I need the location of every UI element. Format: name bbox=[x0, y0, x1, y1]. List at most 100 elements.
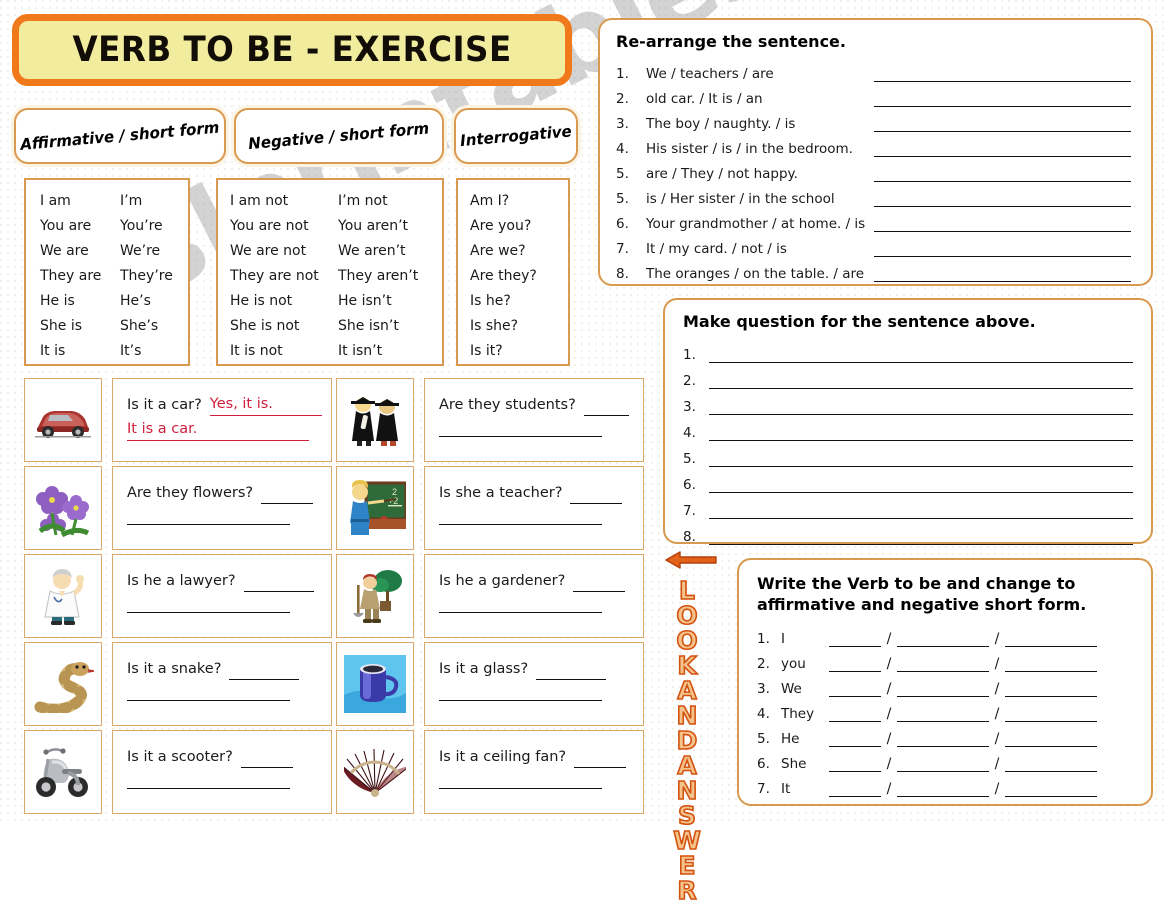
conjugation-long-form: You are bbox=[40, 218, 92, 234]
answer-blank-short[interactable] bbox=[261, 488, 314, 504]
write-verb-blank-affirmative-short[interactable] bbox=[897, 704, 989, 722]
write-verb-blank-affirmative-short[interactable] bbox=[897, 754, 989, 772]
make-question-blank[interactable] bbox=[709, 370, 1133, 389]
rearrange-answer-blank[interactable] bbox=[874, 164, 1131, 182]
write-verb-blank-negative-short[interactable] bbox=[1005, 729, 1097, 747]
conjugation-long-form: They are bbox=[40, 268, 102, 284]
answer-blank-full[interactable] bbox=[127, 772, 291, 789]
rearrange-answer-blank[interactable] bbox=[874, 89, 1131, 107]
write-verb-blank-full-form[interactable] bbox=[829, 679, 881, 697]
answer-blank-full[interactable] bbox=[439, 772, 603, 789]
conjugation-row: Are they? bbox=[458, 264, 568, 289]
rearrange-text: are / They / not happy. bbox=[646, 166, 798, 182]
write-verb-blank-affirmative-short[interactable] bbox=[897, 729, 989, 747]
answer-blank-full[interactable] bbox=[439, 684, 603, 701]
doctor-icon bbox=[24, 554, 102, 638]
answer-blank-short[interactable] bbox=[229, 664, 300, 680]
car-icon bbox=[24, 378, 102, 462]
rearrange-row: 5. are / They / not happy. bbox=[616, 157, 1135, 182]
question-card[interactable]: Is it a ceiling fan? bbox=[424, 730, 644, 814]
write-verb-blank-full-form[interactable] bbox=[829, 754, 881, 772]
rearrange-answer-blank[interactable] bbox=[874, 139, 1131, 157]
write-verb-blank-negative-short[interactable] bbox=[1005, 779, 1097, 797]
answer-blank-short[interactable] bbox=[536, 664, 607, 680]
question-card[interactable]: Is it a car? Yes, it is. It is a car. bbox=[112, 378, 332, 462]
write-verb-title-line-2: affirmative and negative short form. bbox=[757, 595, 1087, 614]
question-card[interactable]: Is it a glass? bbox=[424, 642, 644, 726]
write-verb-blank-negative-short[interactable] bbox=[1005, 679, 1097, 697]
answer-blank-full[interactable] bbox=[439, 596, 603, 613]
question-text: Is it a glass? bbox=[439, 661, 529, 677]
question-card[interactable]: Is he a gardener? bbox=[424, 554, 644, 638]
rearrange-answer-blank[interactable] bbox=[874, 189, 1131, 207]
question-card[interactable]: Is it a snake? bbox=[112, 642, 332, 726]
write-verb-pronoun: We bbox=[781, 681, 802, 697]
conjugation-short-form: We aren’t bbox=[338, 243, 406, 259]
question-card[interactable]: Are they flowers? bbox=[112, 466, 332, 550]
write-verb-number: 2. bbox=[757, 656, 770, 672]
write-verb-blank-negative-short[interactable] bbox=[1005, 704, 1097, 722]
write-verb-blank-full-form[interactable] bbox=[829, 654, 881, 672]
make-question-blank[interactable] bbox=[709, 422, 1133, 441]
write-verb-blank-negative-short[interactable] bbox=[1005, 754, 1097, 772]
rearrange-answer-blank[interactable] bbox=[874, 264, 1131, 282]
question-line: Is it a scooter? bbox=[127, 743, 317, 768]
make-question-blank[interactable] bbox=[709, 474, 1133, 493]
write-verb-blank-affirmative-short[interactable] bbox=[897, 654, 989, 672]
rearrange-answer-blank[interactable] bbox=[874, 64, 1131, 82]
snake-icon bbox=[24, 642, 102, 726]
conjugation-long-form: Are they? bbox=[470, 268, 537, 284]
write-verb-blank-full-form[interactable] bbox=[829, 729, 881, 747]
write-verb-separator: / bbox=[994, 631, 1000, 647]
answer-blank-full[interactable] bbox=[127, 684, 291, 701]
make-question-blank[interactable] bbox=[709, 448, 1133, 467]
write-verb-row: 3. We / / bbox=[757, 672, 1133, 697]
answer-blank-short[interactable] bbox=[240, 752, 293, 768]
make-question-blank[interactable] bbox=[709, 500, 1133, 519]
make-question-blank[interactable] bbox=[709, 344, 1133, 363]
make-question-blank[interactable] bbox=[709, 526, 1133, 545]
question-card[interactable]: Is he a lawyer? bbox=[112, 554, 332, 638]
write-verb-blank-full-form[interactable] bbox=[829, 779, 881, 797]
look-and-answer-group: LOOK AND ANSWER bbox=[664, 548, 720, 904]
rearrange-text: Your grandmother / at home. / is bbox=[646, 216, 866, 232]
write-verb-row: 7. It / / bbox=[757, 772, 1133, 797]
answer-blank-full[interactable] bbox=[127, 508, 291, 525]
teacher-icon: 2 +2 bbox=[336, 466, 414, 550]
label-negative: Negative / short form bbox=[234, 108, 444, 164]
write-verb-list: 1. I //2. you //3. We //4. They //5. He //6. She //7… bbox=[757, 622, 1133, 797]
question-card[interactable]: Is it a scooter? bbox=[112, 730, 332, 814]
conjugation-long-form: She is bbox=[40, 318, 83, 334]
write-verb-blank-full-form[interactable] bbox=[829, 704, 881, 722]
conjugation-long-form: He is not bbox=[230, 293, 293, 309]
answer-blank-full[interactable] bbox=[127, 596, 291, 613]
answer-blank-short[interactable] bbox=[583, 400, 629, 416]
conjugation-short-form: I’m not bbox=[338, 193, 388, 209]
answer-blank-short[interactable] bbox=[570, 488, 623, 504]
conjugation-short-form: You’re bbox=[120, 218, 163, 234]
conjugation-row: She is not She isn’t bbox=[218, 314, 442, 339]
write-verb-blank-affirmative-short[interactable] bbox=[897, 629, 989, 647]
write-verb-blank-affirmative-short[interactable] bbox=[897, 779, 989, 797]
answer-blank-short[interactable] bbox=[243, 576, 314, 592]
rearrange-number: 6. bbox=[616, 216, 629, 232]
make-question-row: 6. bbox=[683, 467, 1133, 493]
rearrange-answer-blank[interactable] bbox=[874, 239, 1131, 257]
make-question-row: 8. bbox=[683, 519, 1133, 545]
answer-blank-short[interactable] bbox=[573, 576, 626, 592]
answer-blank-full[interactable] bbox=[439, 420, 603, 437]
conjugation-long-form: Are we? bbox=[470, 243, 526, 259]
write-verb-pronoun: They bbox=[781, 706, 815, 722]
rearrange-number: 4. bbox=[616, 141, 629, 157]
answer-blank-full[interactable] bbox=[439, 508, 603, 525]
write-verb-blank-affirmative-short[interactable] bbox=[897, 679, 989, 697]
rearrange-answer-blank[interactable] bbox=[874, 114, 1131, 132]
write-verb-blank-negative-short[interactable] bbox=[1005, 629, 1097, 647]
rearrange-answer-blank[interactable] bbox=[874, 214, 1131, 232]
answer-blank-short[interactable] bbox=[574, 752, 627, 768]
make-question-blank[interactable] bbox=[709, 396, 1133, 415]
question-card[interactable]: Is she a teacher? bbox=[424, 466, 644, 550]
question-card[interactable]: Are they students? bbox=[424, 378, 644, 462]
write-verb-blank-negative-short[interactable] bbox=[1005, 654, 1097, 672]
write-verb-blank-full-form[interactable] bbox=[829, 629, 881, 647]
